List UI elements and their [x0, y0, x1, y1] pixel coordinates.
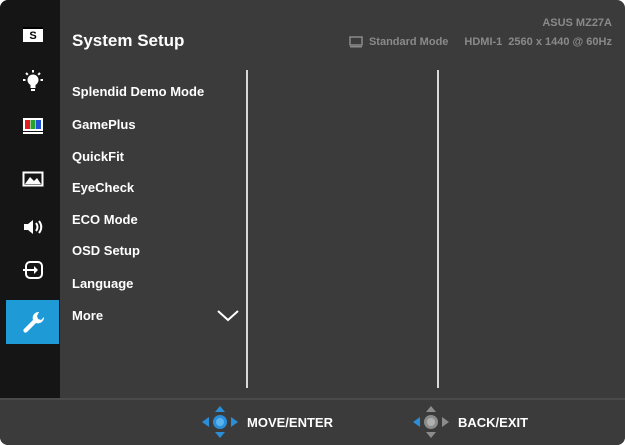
menu-item-eco-mode[interactable]: ECO Mode	[72, 212, 138, 227]
wrench-icon	[22, 311, 44, 333]
image-icon	[22, 171, 43, 187]
column-divider-2	[437, 70, 439, 388]
joystick-move-icon	[202, 406, 238, 438]
model-name: ASUS MZ27A	[542, 17, 612, 29]
osd-window: S System Setup ASUS MZ27A Standard Mode …	[0, 0, 625, 445]
sidebar-item-splendid[interactable]: S	[6, 17, 59, 51]
speaker-icon	[23, 220, 42, 234]
icon-rail: S	[0, 0, 60, 398]
monitor-icon	[349, 36, 363, 48]
menu-item-splendid-demo-mode[interactable]: Splendid Demo Mode	[72, 84, 204, 99]
column-divider-1	[246, 70, 248, 388]
menu-item-quickfit[interactable]: QuickFit	[72, 149, 124, 164]
sidebar-item-color[interactable]	[6, 108, 59, 142]
input-select-icon	[22, 261, 43, 279]
resolution-label: 2560 x 1440 @ 60Hz	[508, 36, 612, 48]
splendid-s-label: S	[29, 30, 36, 42]
move-enter-label: MOVE/ENTER	[247, 414, 333, 430]
menu-item-more[interactable]: More	[72, 308, 103, 323]
menu-item-osd-setup[interactable]: OSD Setup	[72, 243, 140, 258]
bulb-icon	[22, 70, 43, 91]
input-label: HDMI-1	[464, 36, 503, 48]
back-exit-label: BACK/EXIT	[458, 414, 529, 430]
splendid-s-icon: S	[22, 27, 43, 42]
move-enter-hint: MOVE/ENTER	[201, 405, 333, 439]
page-title: System Setup	[72, 31, 185, 50]
color-bars-icon	[22, 118, 43, 134]
sidebar-item-system-setup[interactable]	[6, 300, 59, 344]
sidebar-item-sound[interactable]	[6, 210, 59, 244]
joystick-back-icon	[413, 406, 449, 438]
menu-item-gameplus[interactable]: GamePlus	[72, 117, 136, 132]
back-exit-hint: BACK/EXIT	[412, 405, 528, 439]
sidebar-item-eye-care[interactable]	[6, 65, 59, 99]
status-bar: Standard Mode HDMI-1 2560 x 1440 @ 60Hz	[349, 36, 612, 48]
mode-label: Standard Mode	[368, 36, 449, 48]
sidebar-item-input-select[interactable]	[6, 253, 59, 287]
menu-item-eyecheck[interactable]: EyeCheck	[72, 180, 134, 195]
chevron-down-icon[interactable]	[216, 309, 240, 323]
sidebar-item-image[interactable]	[6, 162, 59, 196]
menu-item-language[interactable]: Language	[72, 276, 133, 291]
